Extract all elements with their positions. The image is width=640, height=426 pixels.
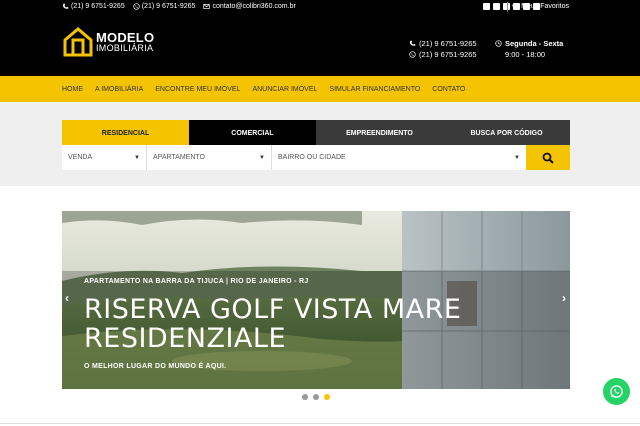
divider (507, 2, 508, 12)
chevron-down-icon: ▼ (514, 154, 520, 161)
header-phones: (21) 9 6751-9265 (21) 9 6751-9265 (409, 38, 477, 60)
top-email-text: contato@colibri360.com.br (212, 3, 296, 10)
banner-title: RISERVA GOLF VISTA MARE RESIDENZIALE (84, 295, 461, 353)
prev-slide-icon[interactable]: ‹ (65, 291, 69, 305)
logo-subtitle: IMOBILIÁRIA (96, 43, 154, 53)
facebook-icon[interactable] (483, 3, 490, 10)
business-time: 9:00 - 18:00 (505, 50, 546, 59)
slide-dot-2[interactable] (313, 394, 319, 400)
search-button[interactable] (526, 145, 570, 170)
nav-item-home[interactable]: HOME (62, 86, 83, 93)
heart-icon (512, 3, 519, 10)
phone-icon (409, 40, 416, 46)
main-nav: HOME A IMOBILIÁRIA ENCONTRE MEU IMÓVEL A… (0, 76, 640, 102)
top-email[interactable]: contato@colibri360.com.br (203, 3, 296, 10)
phone-icon (62, 3, 69, 9)
chevron-down-icon: ▼ (134, 154, 140, 161)
hero-banner[interactable]: ‹ › APARTAMENTO NA BARRA DA TIJUCA | RIO… (62, 211, 570, 389)
transaction-select[interactable]: VENDA ▼ (62, 145, 147, 170)
whatsapp-icon (133, 3, 140, 10)
nav-item-contact[interactable]: CONTATO (432, 86, 465, 93)
slide-dot-1[interactable] (302, 394, 308, 400)
nav-item-about[interactable]: A IMOBILIÁRIA (95, 86, 143, 93)
top-header: (21) 9 6751-9265 (21) 9 6751-9265 contat… (0, 0, 640, 76)
nav-item-financing[interactable]: SIMULAR FINANCIAMENTO (329, 86, 420, 93)
top-contacts: (21) 9 6751-9265 (21) 9 6751-9265 contat… (62, 3, 296, 10)
top-phone-text: (21) 9 6751-9265 (71, 3, 125, 10)
slide-dot-3[interactable] (324, 394, 330, 400)
clock-icon (495, 40, 502, 47)
top-phone[interactable]: (21) 9 6751-9265 (62, 3, 125, 10)
header-whatsapp[interactable]: (21) 9 6751-9265 (409, 49, 477, 60)
search-icon (542, 152, 554, 164)
business-hours: Segunda - Sexta 9:00 - 18:00 (495, 38, 563, 60)
instagram-icon[interactable] (493, 3, 500, 10)
chevron-down-icon: ▼ (259, 154, 265, 161)
whatsapp-icon (610, 385, 623, 398)
banner-title-line1: RISERVA GOLF VISTA MARE (84, 294, 462, 325)
property-type-select[interactable]: APARTAMENTO ▼ (147, 145, 272, 170)
whatsapp-float-button[interactable] (603, 378, 630, 405)
top-whatsapp[interactable]: (21) 9 6751-9265 (133, 3, 196, 10)
house-logo-icon (63, 27, 93, 57)
favorites-label: Meus Favoritos (521, 3, 569, 10)
slider-dots (302, 394, 330, 400)
location-select[interactable]: BAIRRO OU CIDADE ▼ (272, 145, 526, 170)
nav-item-list-property[interactable]: ANUNCIAR IMÓVEL (252, 86, 317, 93)
banner-title-line2: RESIDENZIALE (84, 323, 287, 354)
favorites-link[interactable]: Meus Favoritos (512, 3, 569, 10)
transaction-value: VENDA (68, 154, 93, 161)
search-section: RESIDENCIAL COMERCIAL EMPREENDIMENTO BUS… (0, 102, 640, 186)
header-whatsapp-text: (21) 9 6751-9265 (419, 50, 477, 59)
property-type-value: APARTAMENTO (153, 154, 205, 161)
search-tabs: RESIDENCIAL COMERCIAL EMPREENDIMENTO BUS… (62, 120, 570, 146)
tab-search-by-code[interactable]: BUSCA POR CÓDIGO (443, 120, 570, 146)
tab-residential[interactable]: RESIDENCIAL (62, 120, 189, 146)
logo[interactable]: MODELO IMOBILIÁRIA (62, 26, 154, 58)
nav-item-find-property[interactable]: ENCONTRE MEU IMÓVEL (155, 86, 240, 93)
business-days: Segunda - Sexta (505, 39, 564, 48)
tab-development[interactable]: EMPREENDIMENTO (316, 120, 443, 146)
header-phone-text: (21) 9 6751-9265 (419, 39, 477, 48)
header-phone[interactable]: (21) 9 6751-9265 (409, 38, 477, 49)
location-placeholder: BAIRRO OU CIDADE (278, 154, 346, 161)
search-filters: VENDA ▼ APARTAMENTO ▼ BAIRRO OU CIDADE ▼ (62, 145, 570, 170)
banner-tagline: O MELHOR LUGAR DO MUNDO É AQUI. (84, 363, 227, 370)
tab-commercial[interactable]: COMERCIAL (189, 120, 316, 146)
page-divider (0, 423, 640, 424)
top-whatsapp-text: (21) 9 6751-9265 (141, 3, 196, 10)
next-slide-icon[interactable]: › (562, 291, 566, 305)
banner-subtitle: APARTAMENTO NA BARRA DA TIJUCA | RIO DE … (84, 278, 309, 285)
whatsapp-icon (409, 51, 416, 58)
envelope-icon (203, 4, 211, 9)
